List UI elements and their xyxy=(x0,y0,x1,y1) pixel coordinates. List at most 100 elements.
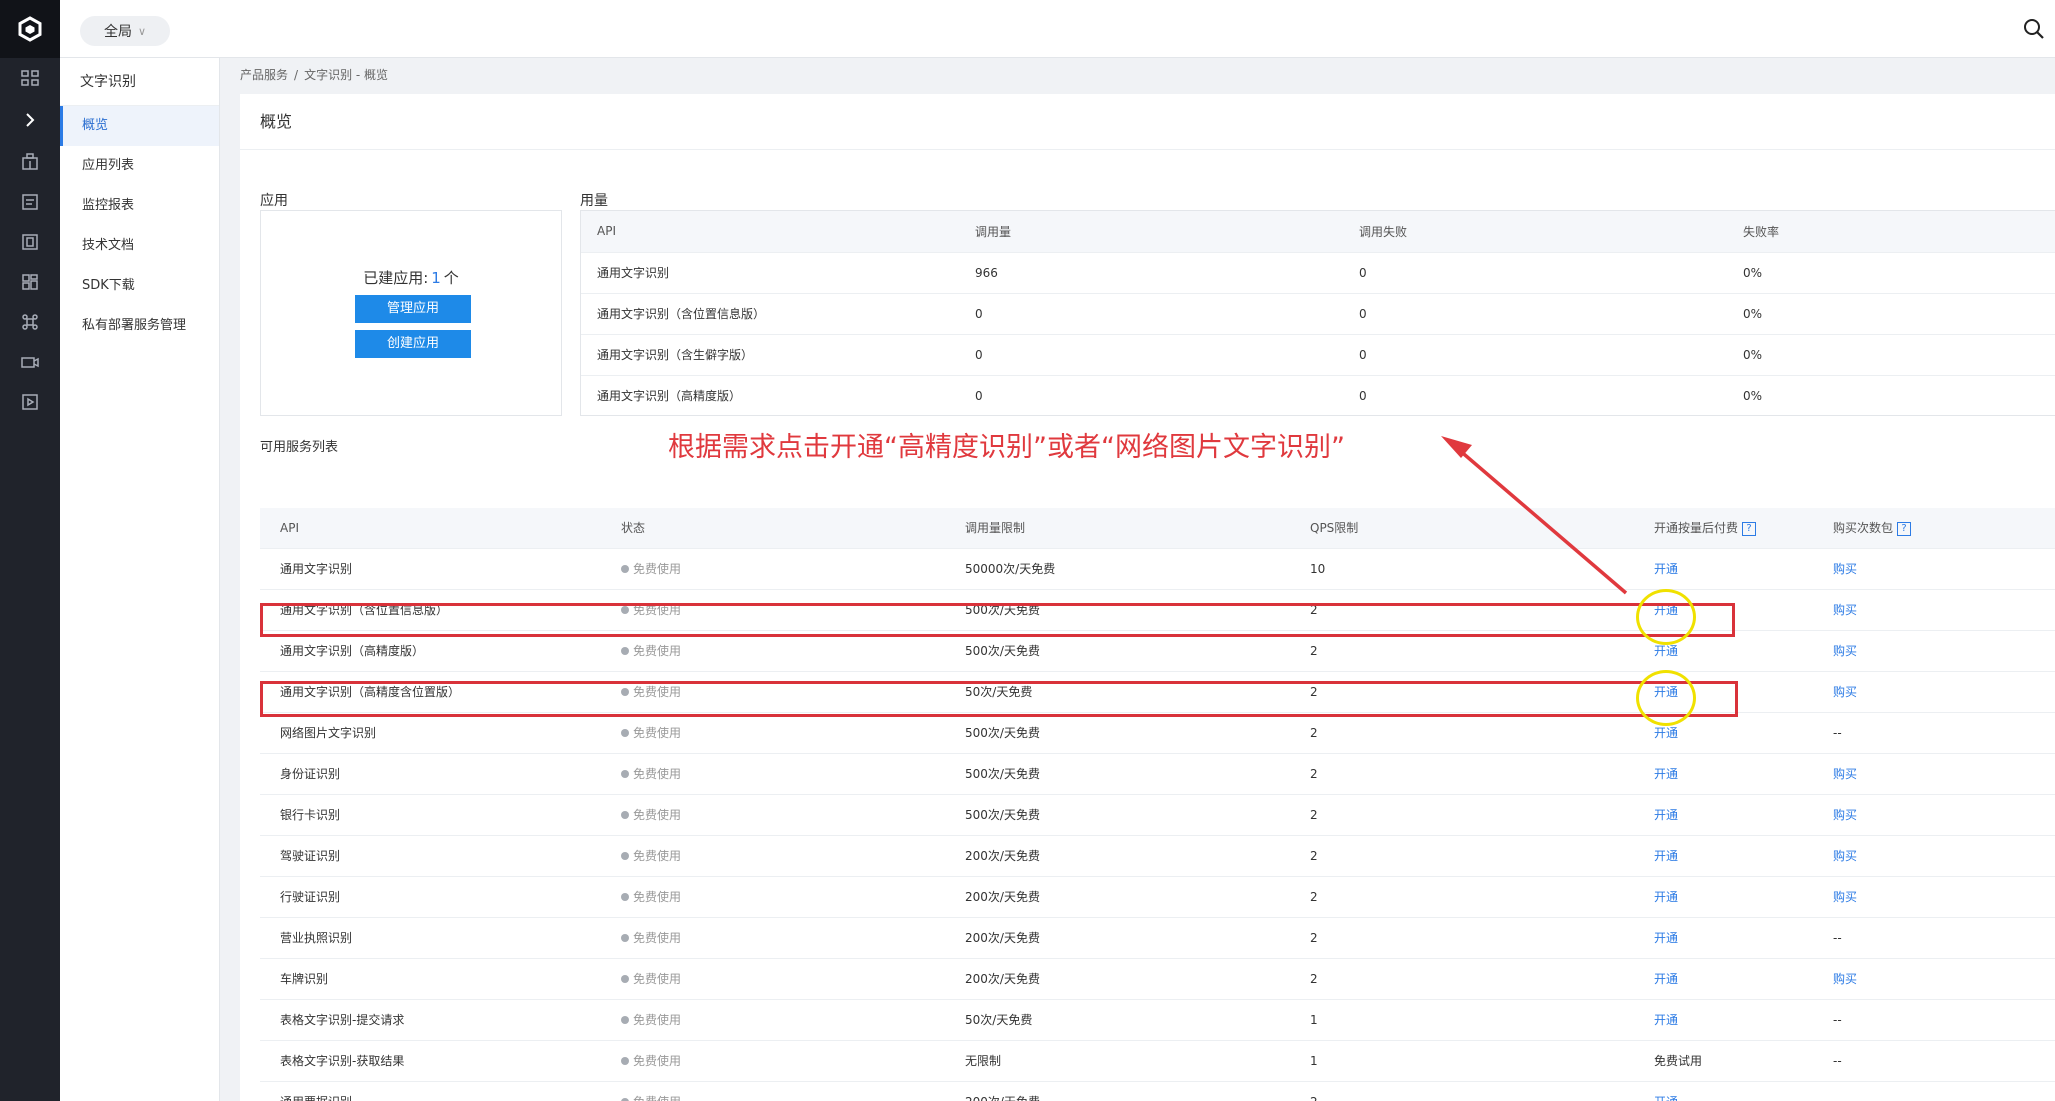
service-enable-link-text[interactable]: 开通 xyxy=(1654,808,1678,822)
sidebar-item-monitor[interactable]: 监控报表 xyxy=(60,186,219,226)
service-api-text: 网络图片文字识别 xyxy=(280,726,377,740)
service-enable-link-text[interactable]: 开通 xyxy=(1654,972,1678,986)
service-status-text: 免费使用 xyxy=(633,767,682,781)
service-enable-link-text[interactable]: 开通 xyxy=(1654,931,1678,945)
service-qps-text: 1 xyxy=(1310,1012,1318,1027)
service-buy-link-text[interactable]: 购买 xyxy=(1833,972,1857,986)
usage-api: 通用文字识别 xyxy=(581,251,959,293)
help-icon[interactable]: ? xyxy=(1742,521,1757,536)
services-header-row: API 状态 调用量限制 QPS限制 开通按量后付费? 购买次数包? xyxy=(260,508,2055,548)
service-enable-link-text[interactable]: 开通 xyxy=(1654,890,1678,904)
table-row: 通用票据识别 免费使用 200次/天免费 2 开通 -- xyxy=(260,1080,2055,1101)
service-qps-text: 2 xyxy=(1310,643,1318,658)
service-quota-text: 500次/天免费 xyxy=(965,644,1040,658)
sidebar-item-private-deploy[interactable]: 私有部署服务管理 xyxy=(60,306,219,346)
service-quota: 200次/天免费 xyxy=(945,1080,1290,1101)
breadcrumb-parent[interactable]: 产品服务 xyxy=(240,68,288,82)
service-status-text: 免费使用 xyxy=(633,726,682,740)
service-enable-link: 开通 xyxy=(1634,998,1813,1040)
highlight-circle-web-image xyxy=(1636,670,1696,726)
services-header-api: API xyxy=(260,508,601,548)
service-qps-text: 2 xyxy=(1310,725,1318,740)
service-quota-text: 50次/天免费 xyxy=(965,1013,1033,1027)
service-quota: 无限制 xyxy=(945,1039,1290,1081)
usage-header-calls: 调用量 xyxy=(959,211,1343,252)
service-qps: 1 xyxy=(1290,1039,1634,1081)
service-buy-link: 购买 xyxy=(1813,957,2055,999)
usage-failed: 0 xyxy=(1343,333,1727,375)
service-buy-link-text[interactable]: 购买 xyxy=(1833,562,1857,576)
service-enable-link-text[interactable]: 开通 xyxy=(1654,726,1678,740)
chevron-right-icon[interactable] xyxy=(0,98,60,142)
service-status: 免费使用 xyxy=(601,711,945,753)
database-icon[interactable] xyxy=(0,222,60,262)
table-row: 表格文字识别-获取结果 免费使用 无限制 1 免费试用 -- xyxy=(260,1039,2055,1081)
service-buy-link-text[interactable]: 购买 xyxy=(1833,849,1857,863)
service-buy-link-text[interactable]: 购买 xyxy=(1833,644,1857,658)
apps-icon[interactable] xyxy=(0,262,60,302)
usage-failed: 0 xyxy=(1343,292,1727,334)
video-icon[interactable] xyxy=(0,342,60,382)
service-qps-text: 2 xyxy=(1310,1095,1318,1101)
manage-apps-button[interactable]: 管理应用 xyxy=(355,295,471,323)
highlight-box-high-precision xyxy=(260,603,1735,637)
service-enable-link: 开通 xyxy=(1634,793,1813,835)
sidebar-item-sdk[interactable]: SDK下载 xyxy=(60,266,219,306)
service-qps-text: 2 xyxy=(1310,971,1318,986)
cloud-logo-icon[interactable] xyxy=(0,0,60,58)
service-buy-link-text[interactable]: 购买 xyxy=(1833,767,1857,781)
document-icon[interactable] xyxy=(0,182,60,222)
usage-api: 通用文字识别（高精度版） xyxy=(581,374,959,416)
usage-failed: 0 xyxy=(1343,251,1727,293)
service-buy-link-text[interactable]: 购买 xyxy=(1833,685,1857,699)
table-row: 车牌识别 免费使用 200次/天免费 2 开通 购买 xyxy=(260,957,2055,999)
service-enable-link-text[interactable]: 开通 xyxy=(1654,849,1678,863)
service-api-text: 表格文字识别-获取结果 xyxy=(280,1054,405,1068)
grid-icon[interactable] xyxy=(0,58,60,98)
service-api-text: 营业执照识别 xyxy=(280,931,353,945)
service-quota-text: 50000次/天免费 xyxy=(965,562,1056,576)
service-buy-link: 购买 xyxy=(1813,670,2055,712)
breadcrumb-separator: / xyxy=(294,68,299,82)
service-enable-link-text[interactable]: 开通 xyxy=(1654,1013,1678,1027)
service-qps: 10 xyxy=(1290,547,1634,589)
scope-select[interactable]: 全局 ∨ xyxy=(80,16,170,46)
command-icon[interactable] xyxy=(0,302,60,342)
table-row: 表格文字识别-提交请求 免费使用 50次/天免费 1 开通 -- xyxy=(260,998,2055,1040)
service-enable-link-text[interactable]: 开通 xyxy=(1654,1095,1678,1101)
service-enable-link-text[interactable]: 开通 xyxy=(1654,562,1678,576)
service-buy-link-text[interactable]: 购买 xyxy=(1833,890,1857,904)
service-qps: 2 xyxy=(1290,916,1634,958)
create-app-button[interactable]: 创建应用 xyxy=(355,330,471,358)
sidebar-item-docs[interactable]: 技术文档 xyxy=(60,226,219,266)
service-enable-link-text[interactable]: 开通 xyxy=(1654,767,1678,781)
service-api: 营业执照识别 xyxy=(260,916,601,958)
service-status: 免费使用 xyxy=(601,547,945,589)
service-enable-link-text[interactable]: 开通 xyxy=(1654,644,1678,658)
service-api: 车牌识别 xyxy=(260,957,601,999)
table-row: 通用文字识别（含生僻字版） 0 0 0% xyxy=(581,333,2055,375)
sidebar-item-overview[interactable]: 概览 xyxy=(60,106,219,146)
sidebar-item-app-list[interactable]: 应用列表 xyxy=(60,146,219,186)
building-icon[interactable] xyxy=(0,142,60,182)
service-qps: 2 xyxy=(1290,752,1634,794)
service-status-text: 免费使用 xyxy=(633,890,682,904)
search-icon[interactable] xyxy=(2023,18,2045,40)
help-icon[interactable]: ? xyxy=(1897,521,1912,536)
service-buy-link-text[interactable]: 购买 xyxy=(1833,603,1857,617)
play-icon[interactable] xyxy=(0,382,60,422)
service-api-text: 行驶证识别 xyxy=(280,890,341,904)
status-dot-icon xyxy=(621,564,629,573)
service-quota-text: 200次/天免费 xyxy=(965,972,1040,986)
service-enable-link: 开通 xyxy=(1634,547,1813,589)
service-quota-text: 200次/天免费 xyxy=(965,1095,1040,1101)
usage-header-api: API xyxy=(581,211,959,252)
service-status-text: 免费使用 xyxy=(633,1054,682,1068)
table-row: 身份证识别 免费使用 500次/天免费 2 开通 购买 xyxy=(260,752,2055,794)
status-dot-icon xyxy=(621,851,629,860)
app-count-unit: 个 xyxy=(443,269,459,287)
services-header-status: 状态 xyxy=(601,508,945,548)
service-buy-link: 购买 xyxy=(1813,588,2055,630)
service-buy-link-text[interactable]: 购买 xyxy=(1833,808,1857,822)
service-enable-link-text: 免费试用 xyxy=(1654,1054,1703,1068)
